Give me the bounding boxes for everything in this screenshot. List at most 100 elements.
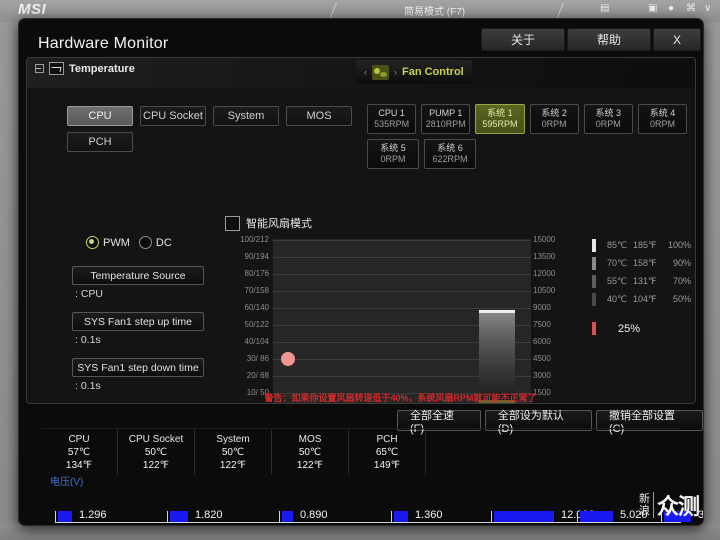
- temperature-source-value: : CPU: [75, 288, 104, 300]
- chart-y-tick-right: 13500: [533, 252, 556, 261]
- voltage-bar: [58, 511, 72, 522]
- window-title: Hardware Monitor: [38, 35, 169, 52]
- voltage-tick: [55, 511, 56, 522]
- fan-card-sys-2[interactable]: 系统 2 0RPM: [529, 104, 579, 134]
- fan-card-rpm: 2810RPM: [425, 119, 466, 129]
- voltage-bar: [494, 511, 554, 522]
- step-down-time-button[interactable]: SYS Fan1 step down time: [72, 358, 204, 377]
- sensor-button-mos[interactable]: MOS: [286, 106, 352, 126]
- temperature-name: CPU Socket: [128, 434, 184, 445]
- fan-warning-text: 警告：如果你设置风扇转速低于40%，系统风扇RPM就可能不正常了: [264, 393, 537, 403]
- fan-speed-bar-handle[interactable]: [479, 310, 515, 314]
- legend-temp-f: 131℉: [633, 275, 657, 286]
- voltage-tick: [577, 511, 578, 522]
- watermark-left: 新 浪: [639, 493, 650, 517]
- fan-card-sys-3[interactable]: 系统 3 0RPM: [583, 104, 633, 134]
- easy-mode-label[interactable]: 简易模式 (F7): [404, 3, 465, 18]
- language-icon[interactable]: ⌘: [686, 3, 696, 14]
- sensor-button-cpu[interactable]: CPU: [67, 106, 133, 126]
- fan-card-rpm: 0RPM: [380, 154, 406, 164]
- step-up-time-value: : 0.1s: [75, 334, 101, 346]
- bios-bottom-bar: [0, 524, 720, 540]
- legend-temp-c: 55℃: [607, 275, 628, 286]
- voltage-section-title: 电压(V): [50, 477, 84, 488]
- chart-control-point[interactable]: [281, 352, 295, 366]
- chevron-right-icon[interactable]: ›: [394, 67, 397, 77]
- fan-card-name: PUMP 1: [429, 108, 463, 118]
- temperature-celsius: 65℃: [375, 447, 399, 458]
- temperature-summary-strip: CPU 57℃ 134℉ CPU Socket 50℃ 122℉ System 50℃ 122℉…: [41, 428, 681, 475]
- fan-card-name: 系统 4: [649, 108, 676, 118]
- tab-temperature[interactable]: Temperature: [35, 62, 135, 75]
- sensor-button-system[interactable]: System: [213, 106, 279, 126]
- voltage-name: 系统 12V: [491, 525, 536, 526]
- checkbox-icon: [35, 64, 44, 73]
- fan-card-name: 系统 3: [595, 108, 622, 118]
- temperature-celsius: 57℃: [67, 447, 91, 458]
- chart-y-tick-right: 12000: [533, 269, 556, 278]
- temperature-fahrenheit: 149℉: [373, 460, 401, 471]
- temperature-cell: CPU Socket 50℃ 122℉: [118, 429, 195, 475]
- fan-card-list: CPU 1 535RPM PUMP 1 2810RPM 系统 1 595RPM …: [367, 104, 688, 174]
- about-button[interactable]: 关于: [481, 28, 565, 51]
- smart-fan-mode-checkbox[interactable]: [225, 215, 240, 231]
- record-icon[interactable]: ●: [668, 3, 674, 14]
- legend-duty: 70%: [672, 276, 691, 286]
- fan-card-cpu-1[interactable]: CPU 1 535RPM: [367, 104, 417, 134]
- fan-card-sys-4[interactable]: 系统 4 0RPM: [637, 104, 688, 134]
- help-button[interactable]: 帮助: [567, 28, 651, 51]
- tab-fan-control[interactable]: ‹ › Fan Control: [356, 60, 472, 84]
- temperature-celsius: 50℃: [144, 447, 168, 458]
- radio-dc-label: DC: [155, 236, 172, 249]
- fan-card-rpm: 0RPM: [541, 119, 567, 129]
- temperature-source-button[interactable]: Temperature Source: [72, 266, 204, 285]
- temperature-cell: CPU 57℃ 134℉: [41, 429, 118, 475]
- voltage-value: 0.890: [300, 509, 328, 521]
- chart-plot-area[interactable]: [273, 239, 531, 403]
- chart-gridline: [273, 257, 531, 258]
- sensor-button-cpu-socket[interactable]: CPU Socket: [140, 106, 206, 126]
- radio-dc[interactable]: DC: [138, 236, 172, 249]
- temperature-cell: MOS 50℃ 122℉: [272, 429, 349, 475]
- chart-y-tick-left: 80/176: [244, 269, 269, 278]
- watermark-left-top: 新: [638, 493, 650, 505]
- radio-pwm[interactable]: PWM: [86, 236, 130, 249]
- fan-settings-panel: PWM DC Temperature Source : CPU SYS Fan1…: [72, 236, 222, 403]
- fan-card-rpm: 595RPM: [482, 119, 518, 129]
- ram-icon[interactable]: ▤: [600, 3, 609, 14]
- chart-gridline: [273, 274, 531, 275]
- chevron-left-icon[interactable]: ‹: [364, 67, 367, 77]
- legend-temp-c: 70℃: [607, 257, 628, 268]
- hardware-monitor-window: Hardware Monitor 关于 帮助 X Temperature ‹ ›…: [18, 18, 704, 526]
- chart-y-tick-right: 1500: [533, 388, 551, 397]
- voltage-tick: [391, 511, 392, 522]
- legend-duty: 50%: [672, 294, 691, 304]
- fan-speed-bar[interactable]: [479, 310, 515, 403]
- legend-row: 55℃ 131℉ 70%: [592, 272, 695, 290]
- sensor-row-2: PCH: [67, 132, 357, 152]
- fan-card-sys-6[interactable]: 系统 6 622RPM: [424, 139, 476, 169]
- fan-card-name: 系统 5: [380, 143, 406, 153]
- radio-pwm-icon: [86, 236, 99, 249]
- fan-card-pump-1[interactable]: PUMP 1 2810RPM: [421, 104, 471, 134]
- voltage-name: CPU核心: [55, 525, 100, 526]
- screenshot-icon[interactable]: ▣: [648, 3, 657, 14]
- waveform-icon: [49, 62, 64, 75]
- legend-duty: 90%: [672, 258, 691, 268]
- close-button[interactable]: X: [653, 28, 701, 51]
- temperature-cell: PCH 65℃ 149℉: [349, 429, 426, 475]
- sensor-button-pch[interactable]: PCH: [67, 132, 133, 152]
- fan-card-sys-1[interactable]: 系统 1 595RPM: [475, 104, 525, 134]
- chevron-down-icon[interactable]: ∨: [704, 3, 711, 14]
- fan-card-rpm: 0RPM: [649, 119, 675, 129]
- voltage-name: 系统 5V: [577, 525, 616, 526]
- step-up-time-button[interactable]: SYS Fan1 step up time: [72, 312, 204, 331]
- sensor-row-1: CPU CPU Socket System MOS: [67, 106, 357, 126]
- legend-swatch: [592, 238, 596, 252]
- chart-y-tick-right: 6000: [533, 337, 551, 346]
- smart-fan-mode-row[interactable]: 智能风扇模式: [225, 215, 312, 231]
- voltage-bar: [170, 511, 188, 522]
- voltage-name: CPU AUX: [167, 525, 215, 526]
- temperature-name: PCH: [376, 434, 398, 445]
- fan-card-sys-5[interactable]: 系统 5 0RPM: [367, 139, 419, 169]
